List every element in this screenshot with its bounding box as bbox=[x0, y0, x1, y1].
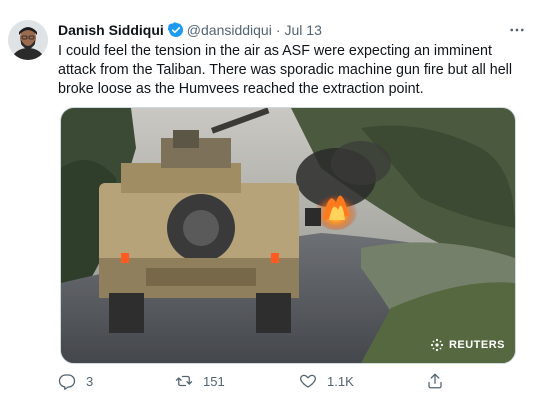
reply-count: 3 bbox=[86, 373, 94, 389]
share-button[interactable] bbox=[426, 372, 454, 390]
reuters-logo: REUTERS bbox=[429, 337, 505, 353]
author-name[interactable]: Danish Siddiqui bbox=[58, 22, 164, 38]
like-button[interactable]: 1.1K bbox=[299, 372, 354, 390]
separator-dot: · bbox=[275, 22, 281, 38]
reply-button[interactable]: 3 bbox=[58, 372, 93, 390]
avatar[interactable] bbox=[8, 20, 48, 60]
tweet-photo[interactable]: REUTERS bbox=[60, 107, 516, 364]
tweet-header: Danish Siddiqui @dansiddiqui · Jul 13 bbox=[58, 22, 322, 38]
media-credit: REUTERS bbox=[448, 339, 505, 351]
share-icon bbox=[428, 373, 442, 389]
heart-icon bbox=[300, 374, 316, 388]
like-count: 1.1K bbox=[327, 373, 354, 389]
retweet-count: 151 bbox=[203, 373, 225, 389]
reply-icon bbox=[58, 374, 76, 390]
tweet-text: I could feel the tension in the air as A… bbox=[58, 43, 513, 97]
retweet-icon bbox=[175, 375, 193, 387]
tweet-date[interactable]: Jul 13 bbox=[285, 22, 322, 38]
more-options-icon[interactable] bbox=[505, 18, 529, 42]
tweet-actions: 3 151 1.1K bbox=[58, 372, 458, 394]
retweet-button[interactable]: 151 bbox=[175, 372, 225, 390]
verified-badge-icon bbox=[167, 22, 183, 37]
author-handle[interactable]: @dansiddiqui bbox=[187, 22, 272, 38]
tweet[interactable]: Danish Siddiqui @dansiddiqui · Jul 13 I … bbox=[0, 0, 543, 400]
